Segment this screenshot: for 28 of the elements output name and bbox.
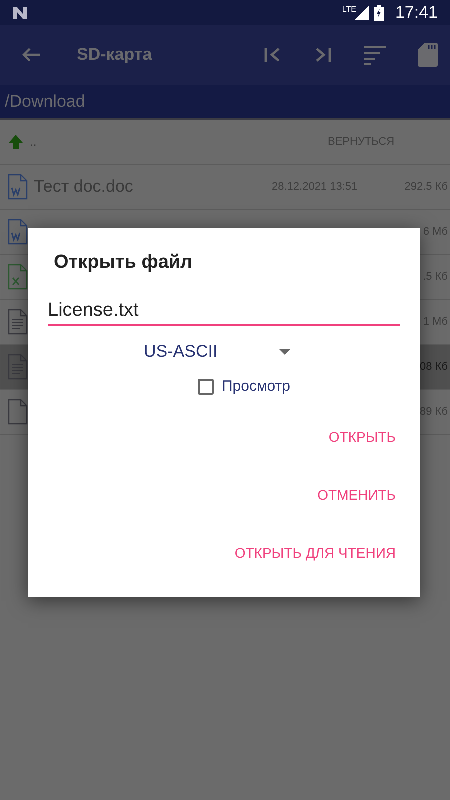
dialog-button[interactable]: ОТМЕНИТЬ — [314, 471, 400, 519]
signal-icon — [355, 6, 370, 20]
back-icon[interactable] — [21, 47, 41, 63]
sd-card-icon[interactable] — [418, 43, 438, 67]
toolbar-title: SD-карта — [77, 45, 152, 65]
battery-icon — [374, 4, 384, 20]
network-label: LTE — [342, 5, 356, 14]
dialog-button[interactable]: ОТКРЫТЬ ДЛЯ ЧТЕНИЯ — [230, 529, 400, 577]
sort-icon[interactable] — [364, 45, 386, 65]
dropdown-arrow-icon — [279, 349, 291, 355]
notification-icon — [12, 6, 28, 20]
word-document-icon — [8, 219, 28, 245]
file-name: .. — [30, 135, 37, 149]
dialog-button[interactable]: ОТКРЫТЬ — [324, 413, 400, 461]
path-label: /Download — [0, 85, 450, 120]
word-document-icon — [8, 174, 28, 200]
skip-first-icon[interactable] — [264, 47, 282, 63]
checkbox-label: Просмотр — [222, 378, 291, 395]
clock: 17:41 — [395, 2, 438, 22]
text-file-icon — [8, 354, 28, 380]
text-file-icon — [8, 309, 28, 335]
spreadsheet-icon — [8, 264, 28, 290]
preview-checkbox[interactable] — [198, 378, 214, 394]
dialog-title: Открыть файл — [54, 252, 194, 274]
file-icon — [8, 399, 28, 425]
encoding-dropdown[interactable]: US-ASCII — [144, 342, 291, 362]
skip-last-icon[interactable] — [314, 47, 332, 63]
up-arrow-icon — [8, 134, 24, 150]
